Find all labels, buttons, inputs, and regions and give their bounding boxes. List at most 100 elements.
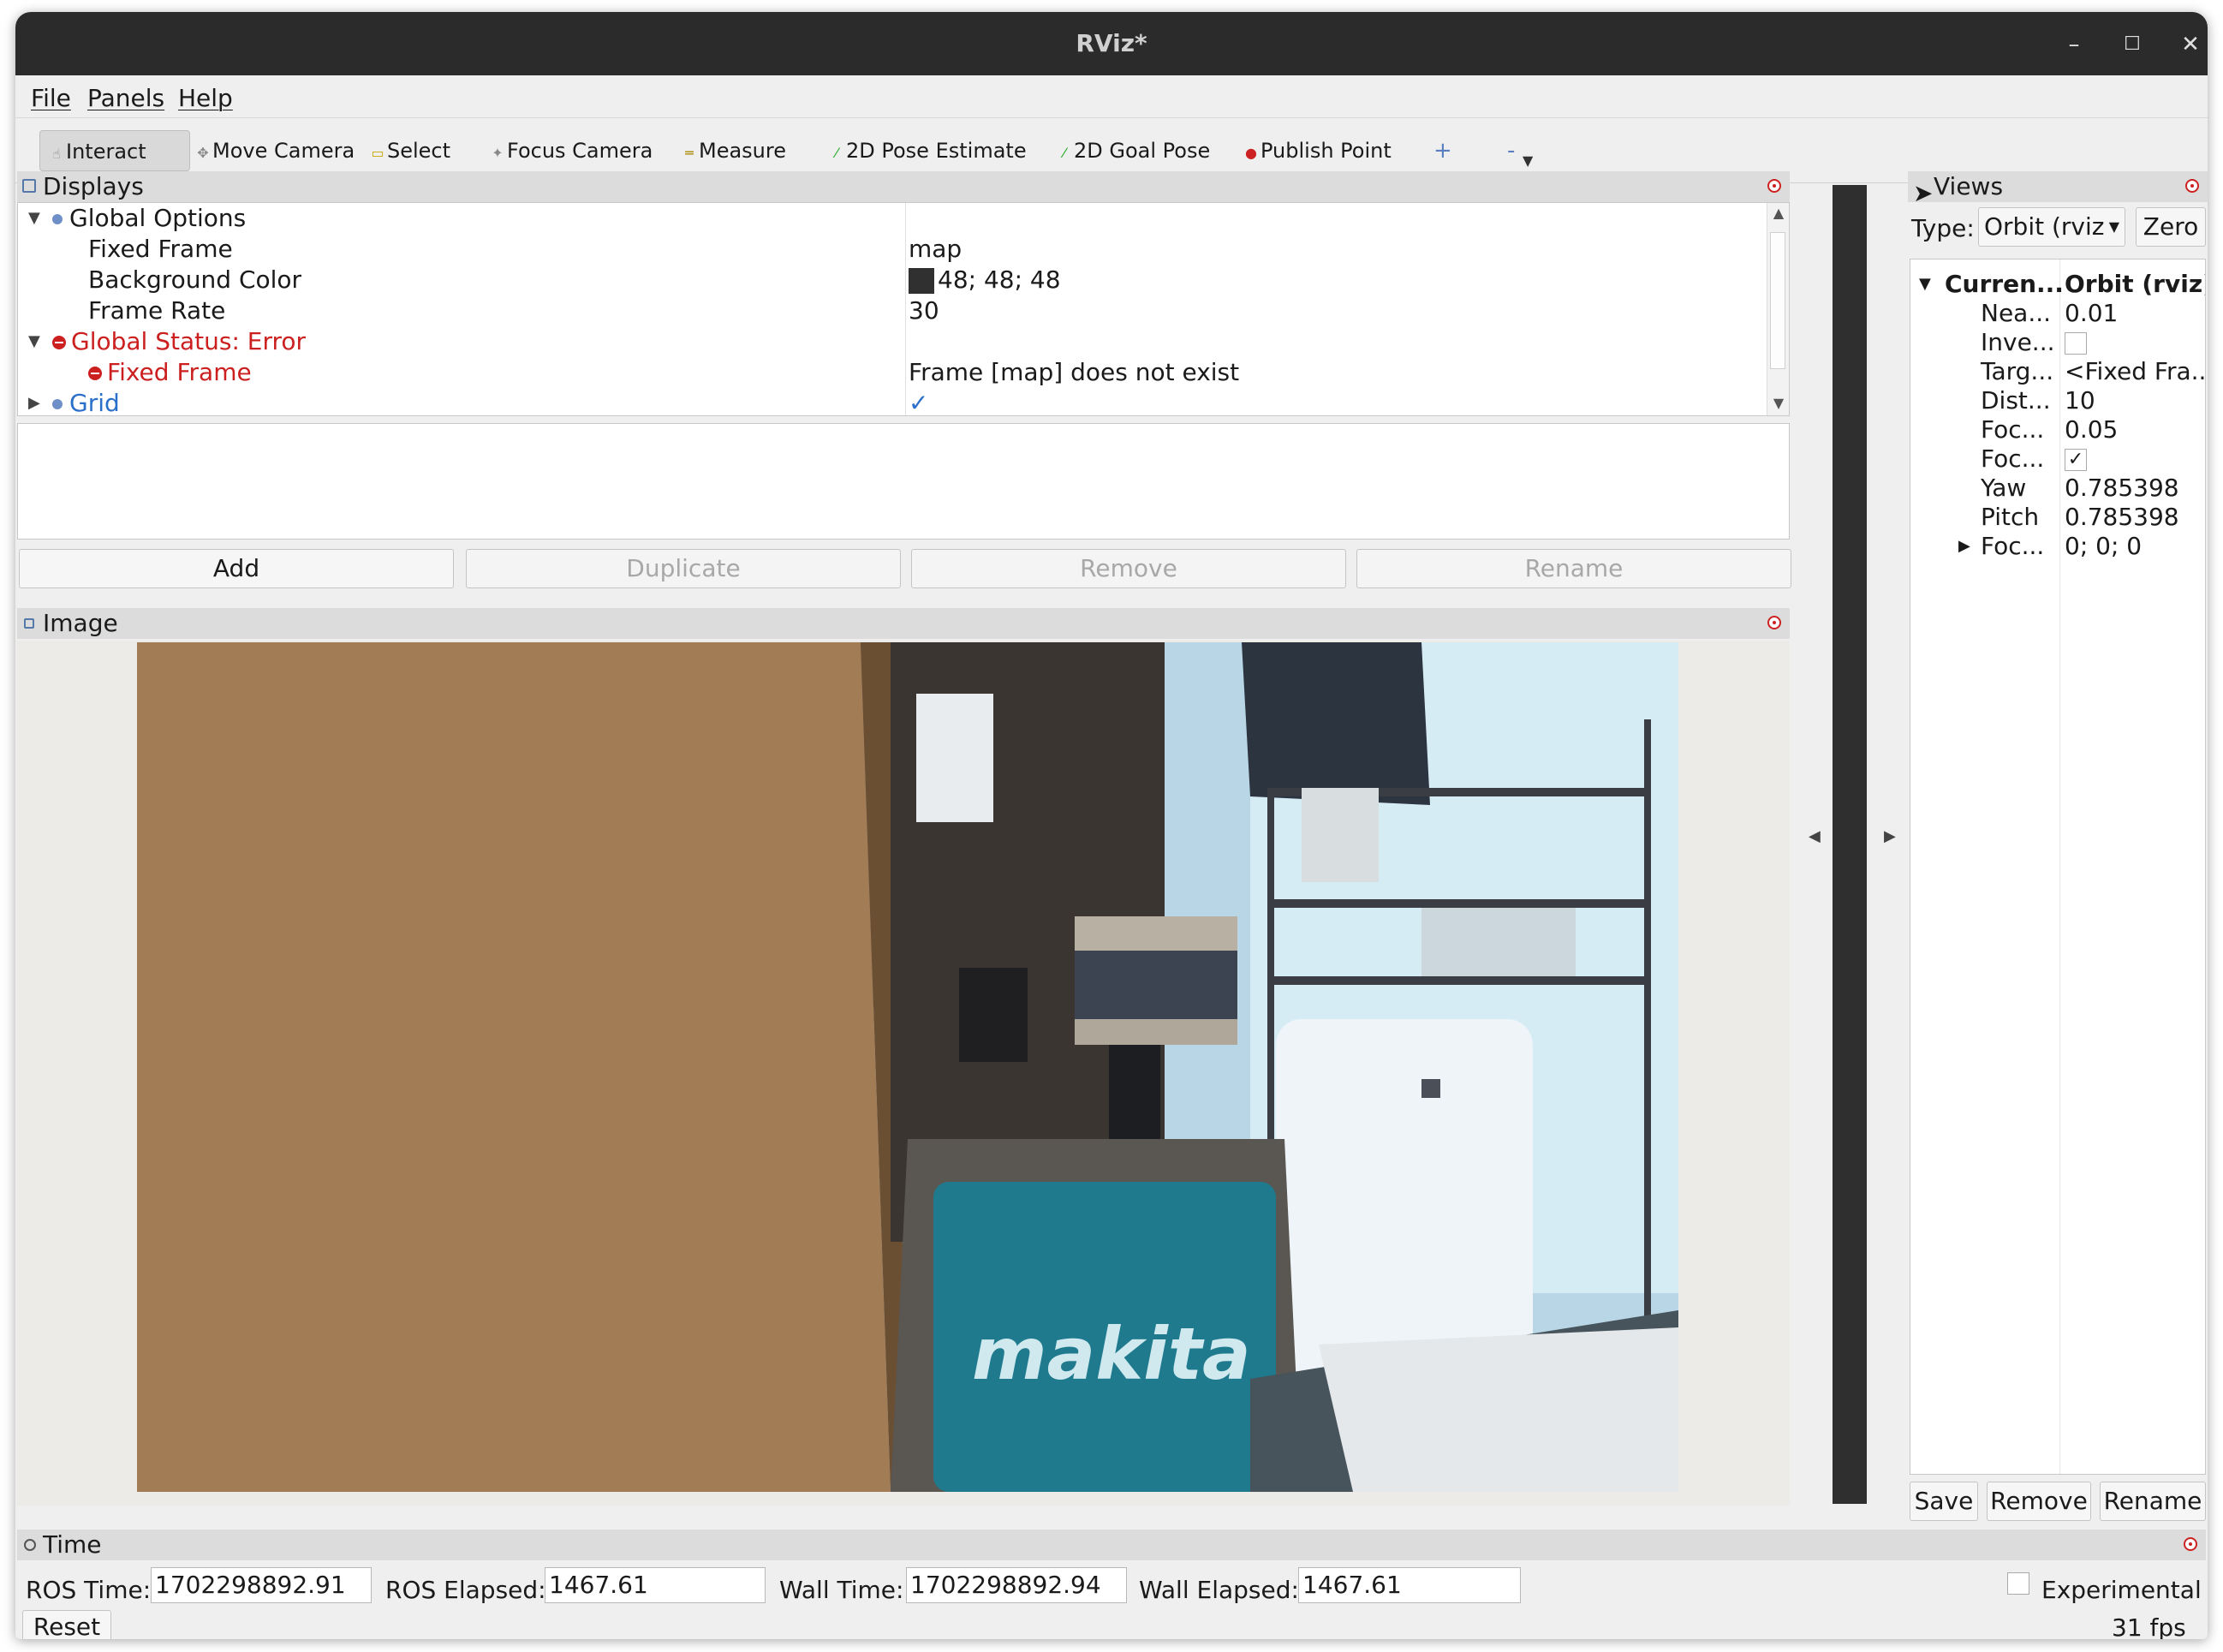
views-row[interactable]: Dist... 10 <box>1910 386 2205 415</box>
displays-tree[interactable]: ▼ Global Options Fixed Frame map Backgro… <box>17 202 1790 416</box>
tool-select[interactable]: ▭ Select <box>367 130 450 171</box>
menu-help[interactable]: Help <box>178 84 233 112</box>
views-row[interactable]: Inve... <box>1910 328 2205 357</box>
views-current-row[interactable]: ▼ Curren... Orbit (rviz) <box>1910 270 2205 299</box>
invert-z-checkbox[interactable] <box>2065 332 2087 355</box>
color-swatch[interactable] <box>909 268 934 294</box>
pose-arrow-icon: ⁄ <box>835 145 838 161</box>
views-close-icon[interactable] <box>2185 179 2199 193</box>
expand-chevron-icon[interactable]: ▶ <box>1958 532 1970 561</box>
goal-arrow-icon: ⁄ <box>1063 145 1066 161</box>
collapse-left-icon[interactable]: ◀ <box>1809 827 1821 845</box>
tool-focus-camera[interactable]: ✦ Focus Camera <box>486 130 653 171</box>
views-row[interactable]: Pitch 0.785398 <box>1910 503 2205 532</box>
distance-value[interactable]: 10 <box>2065 386 2095 415</box>
grid-enabled-checkbox[interactable]: ✓ <box>909 388 928 415</box>
scroll-down-icon[interactable]: ▼ <box>1767 395 1789 411</box>
tool-select-label: Select <box>387 139 451 163</box>
tree-row-grid[interactable]: ▶ Grid ✓ <box>18 388 1789 416</box>
views-row[interactable]: Nea... 0.01 <box>1910 299 2205 328</box>
wall-elapsed-field[interactable]: 1467.61 <box>1298 1567 1521 1603</box>
expand-chevron-icon[interactable]: ▼ <box>28 203 40 234</box>
time-close-icon[interactable] <box>2184 1537 2197 1551</box>
move-icon: ✥ <box>197 145 209 161</box>
views-row[interactable]: ▶ Foc... 0; 0; 0 <box>1910 532 2205 561</box>
rename-button[interactable]: Rename <box>1356 549 1791 588</box>
tool-2d-goal-pose[interactable]: ⁄ 2D Goal Pose <box>1053 130 1211 171</box>
wall-time-label: Wall Time: <box>779 1576 904 1604</box>
views-rename-button[interactable]: Rename <box>2100 1482 2206 1521</box>
views-header: ➤ Views <box>1908 171 2208 207</box>
image-panel-title: Image <box>43 609 118 637</box>
reset-button[interactable]: Reset <box>22 1610 111 1639</box>
expand-chevron-icon[interactable]: ▼ <box>1919 270 1931 299</box>
tool-pose-estimate-label: 2D Pose Estimate <box>846 139 1027 163</box>
views-remove-button[interactable]: Remove <box>1987 1482 2091 1521</box>
tool-publish-point[interactable]: ● Publish Point <box>1240 130 1392 171</box>
expand-chevron-icon[interactable]: ▶ <box>28 388 40 415</box>
menu-file[interactable]: File <box>31 84 71 112</box>
close-icon[interactable]: ✕ <box>2173 27 2208 62</box>
image-close-icon[interactable] <box>1767 616 1781 629</box>
yaw-value[interactable]: 0.785398 <box>2065 474 2179 503</box>
tree-row-background-color[interactable]: Background Color 48; 48; 48 <box>18 265 1789 295</box>
tool-measure-label: Measure <box>699 139 786 163</box>
near-clip-value[interactable]: 0.01 <box>2065 299 2118 328</box>
duplicate-button[interactable]: Duplicate <box>466 549 901 588</box>
views-title: Views <box>1934 172 2004 200</box>
title-bar[interactable]: RViz* – ☐ ✕ <box>15 12 2208 75</box>
tool-interact[interactable]: ☝ Interact <box>39 130 190 171</box>
displays-close-icon[interactable] <box>1767 179 1781 193</box>
collapse-right-icon[interactable]: ▶ <box>1884 827 1896 845</box>
views-row[interactable]: Yaw 0.785398 <box>1910 474 2205 503</box>
remove-button[interactable]: Remove <box>911 549 1346 588</box>
views-tree[interactable]: ▼ Curren... Orbit (rviz) Nea... 0.01 Inv… <box>1910 259 2206 1475</box>
tool-focus-camera-label: Focus Camera <box>507 139 653 163</box>
distance-label: Dist... <box>1981 386 2051 414</box>
focal-shape-size-value[interactable]: 0.05 <box>2065 415 2118 444</box>
focal-shape-fixed-checkbox[interactable]: ✓ <box>2065 449 2087 471</box>
pitch-label: Pitch <box>1981 503 2040 531</box>
tree-row-global-status[interactable]: ▼ Global Status: Error <box>18 326 1789 357</box>
tool-move-camera-label: Move Camera <box>212 139 355 163</box>
remove-tool-icon[interactable]: - <box>1504 130 1515 171</box>
tool-move-camera[interactable]: ✥ Move Camera <box>192 130 355 171</box>
error-icon <box>52 336 66 349</box>
wall-time-field[interactable]: 1702298892.94 <box>906 1567 1127 1603</box>
menu-panels[interactable]: Panels <box>87 84 164 112</box>
expand-chevron-icon[interactable]: ▼ <box>28 326 40 357</box>
tree-row-fixed-frame[interactable]: Fixed Frame map <box>18 234 1789 265</box>
scroll-thumb[interactable] <box>1770 232 1785 369</box>
minimize-icon[interactable]: – <box>2057 27 2091 62</box>
tree-row-frame-rate[interactable]: Frame Rate 30 <box>18 295 1789 326</box>
render-view-strip <box>1833 185 1867 1504</box>
maximize-icon[interactable]: ☐ <box>2115 27 2149 62</box>
views-row[interactable]: Foc... ✓ <box>1910 444 2205 474</box>
fixed-frame-value[interactable]: map <box>909 234 962 265</box>
image-panel-icon <box>24 618 34 629</box>
background-color-label: Background Color <box>88 265 302 294</box>
experimental-checkbox[interactable] <box>2007 1572 2029 1595</box>
select-icon: ▭ <box>371 145 384 161</box>
frame-rate-value[interactable]: 30 <box>909 295 939 326</box>
tree-row-global-options[interactable]: ▼ Global Options <box>18 203 1789 234</box>
ros-elapsed-field[interactable]: 1467.61 <box>545 1567 766 1603</box>
views-save-button[interactable]: Save <box>1910 1482 1978 1521</box>
add-tool-icon[interactable]: + <box>1430 130 1452 171</box>
grid-label: Grid <box>69 389 120 416</box>
ros-time-field[interactable]: 1702298892.91 <box>151 1567 372 1603</box>
tree-scrollbar[interactable]: ▲ ▼ <box>1767 203 1789 415</box>
views-type-select[interactable]: Orbit (rviz ▼ <box>1978 207 2125 247</box>
scroll-up-icon[interactable]: ▲ <box>1767 205 1789 221</box>
target-frame-value[interactable]: <Fixed Fra... <box>2065 357 2205 386</box>
background-color-value[interactable]: 48; 48; 48 <box>938 265 1061 294</box>
focal-point-value[interactable]: 0; 0; 0 <box>2065 532 2142 561</box>
add-button[interactable]: Add <box>19 549 454 588</box>
views-row[interactable]: Targ... <Fixed Fra... <box>1910 357 2205 386</box>
tree-row-status-fixed-frame[interactable]: Fixed Frame Frame [map] does not exist <box>18 357 1789 388</box>
views-row[interactable]: Foc... 0.05 <box>1910 415 2205 444</box>
zero-button[interactable]: Zero <box>2136 207 2206 247</box>
pitch-value[interactable]: 0.785398 <box>2065 503 2179 532</box>
tool-2d-pose-estimate[interactable]: ⁄ 2D Pose Estimate <box>825 130 1027 171</box>
tool-measure[interactable]: ═ Measure <box>678 130 786 171</box>
